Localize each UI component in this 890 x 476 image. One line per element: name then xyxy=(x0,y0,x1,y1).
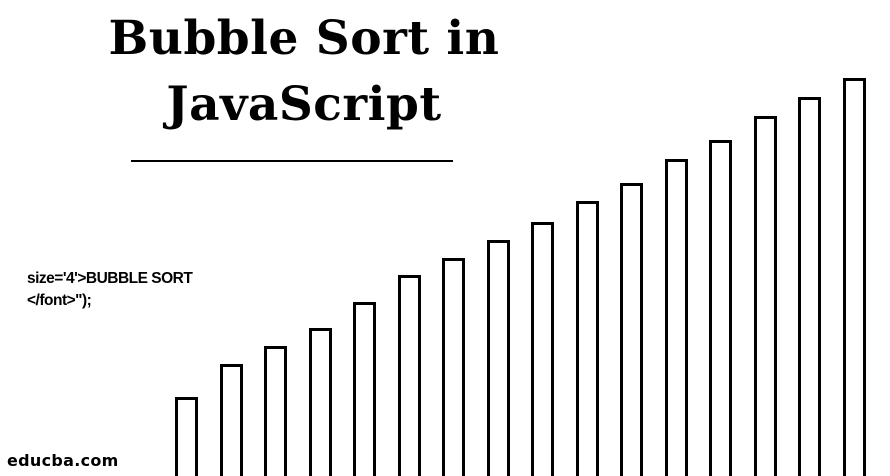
chart-bar-1 xyxy=(175,397,198,476)
chart-bar-12 xyxy=(665,159,688,476)
chart-bar-7 xyxy=(442,258,465,476)
chart-bar-6 xyxy=(398,275,421,476)
chart-bar-3 xyxy=(264,346,287,476)
chart-bar-11 xyxy=(620,183,643,476)
chart-bar-16 xyxy=(843,78,866,476)
chart-bar-10 xyxy=(576,201,599,476)
chart-bar-5 xyxy=(353,302,376,476)
chart-bar-8 xyxy=(487,240,510,476)
chart-bar-2 xyxy=(220,364,243,476)
chart-bar-4 xyxy=(309,328,332,476)
chart-bar-14 xyxy=(754,116,777,476)
chart-bar-13 xyxy=(709,140,732,476)
chart-bar-9 xyxy=(531,222,554,476)
brand-watermark: educba.com xyxy=(7,451,119,470)
sorted-bars-chart xyxy=(0,0,890,476)
chart-bar-15 xyxy=(798,97,821,476)
